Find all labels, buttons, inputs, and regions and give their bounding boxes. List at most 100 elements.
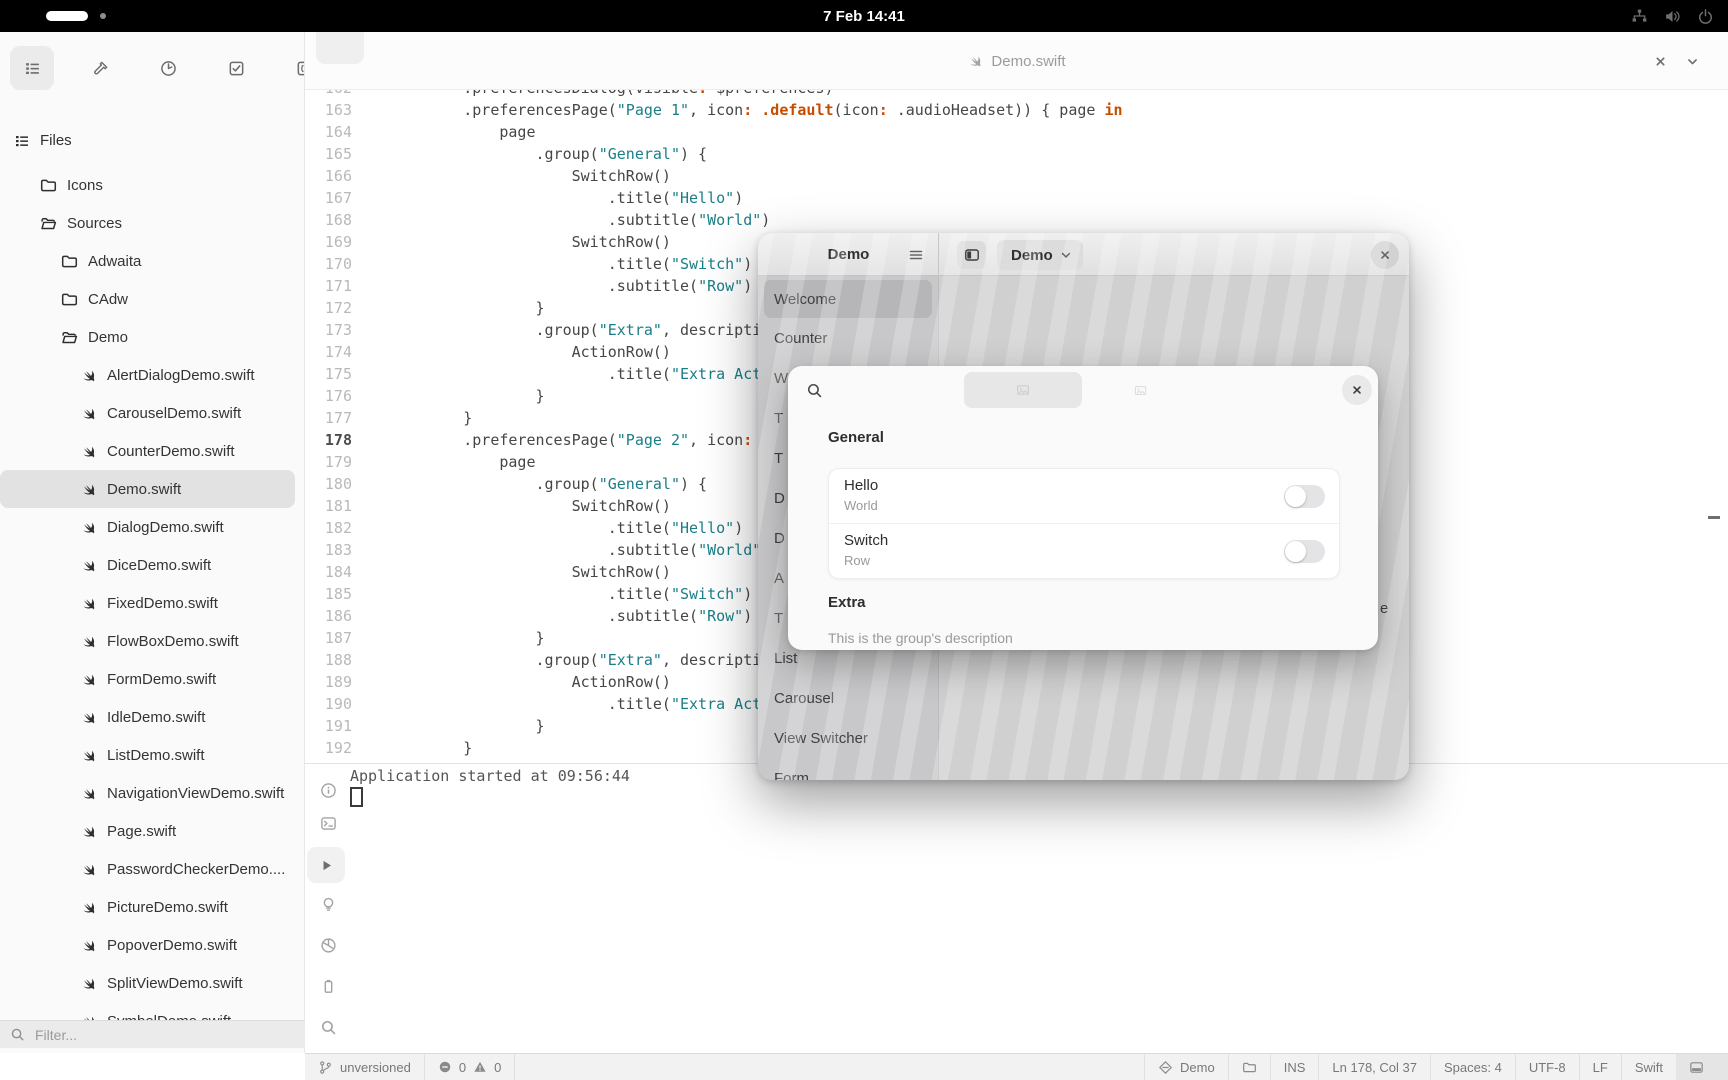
dialog-search-button[interactable] [802, 378, 826, 402]
insert-mode-indicator[interactable]: INS [1271, 1054, 1319, 1080]
clock[interactable]: 7 Feb 14:41 [0, 0, 1728, 32]
tree-item-picturedemo-swift[interactable]: PictureDemo.swift [0, 888, 305, 926]
demo-window-titlebar[interactable]: Demo Demo [758, 233, 1409, 276]
hamburger-menu-button[interactable] [904, 243, 928, 267]
tree-item-popoverdemo-swift[interactable]: PopoverDemo.swift [0, 926, 305, 964]
tree-item-adwaita[interactable]: Adwaita [0, 242, 305, 280]
line-number: 166 [305, 165, 352, 187]
panel-tool-search-icon[interactable] [318, 1017, 338, 1037]
tree-item-flowboxdemo-swift[interactable]: FlowBoxDemo.swift [0, 622, 305, 660]
diagnostics-status[interactable]: 0 0 [425, 1054, 514, 1080]
close-icon [1378, 248, 1392, 262]
indentation-setting[interactable]: Spaces: 4 [1431, 1054, 1515, 1080]
view-dropdown-button[interactable]: Demo [997, 240, 1083, 270]
code-text: SwitchRow() [352, 165, 671, 187]
tree-item-label: PopoverDemo.swift [107, 937, 237, 954]
encoding-setting[interactable]: UTF-8 [1516, 1054, 1579, 1080]
panel-tool-device-icon[interactable] [318, 976, 338, 996]
tree-item-listdemo-swift[interactable]: ListDemo.swift [0, 736, 305, 774]
language-setting[interactable]: Swift [1622, 1054, 1676, 1080]
toggle-switch-hello[interactable] [1284, 485, 1325, 508]
tree-item-splitviewdemo-swift[interactable]: SplitViewDemo.swift [0, 964, 305, 1002]
code-text: .title("Hello") [352, 517, 743, 539]
demo-sidebar-item-welcome[interactable]: Welcome [764, 280, 932, 318]
code-text: page [352, 121, 536, 143]
close-icon [1653, 54, 1668, 69]
demo-sidebar-item-form[interactable]: Form [758, 758, 938, 780]
page-1-icon [1015, 382, 1031, 398]
cursor-position[interactable]: Ln 178, Col 37 [1319, 1054, 1430, 1080]
page-2-icon [1133, 383, 1148, 398]
line-number: 192 [305, 737, 352, 759]
network-icon [1631, 8, 1648, 25]
tree-item-label: FlowBoxDemo.swift [107, 633, 239, 650]
code-text: .subtitle("Row") [352, 275, 752, 297]
line-number: 182 [305, 517, 352, 539]
tree-item-dialogdemo-swift[interactable]: DialogDemo.swift [0, 508, 305, 546]
tab-close-button[interactable] [1648, 49, 1672, 73]
code-line-164[interactable]: 164 page [305, 121, 1123, 143]
tree-item-cadw[interactable]: CAdw [0, 280, 305, 318]
demo-sidebar-item-counter[interactable]: Counter [758, 318, 938, 358]
sidebar-tool-build[interactable] [78, 46, 122, 90]
tree-item-demo[interactable]: Demo [0, 318, 305, 356]
tab-list-dropdown-button[interactable] [1680, 49, 1704, 73]
page-1-tab[interactable] [964, 372, 1082, 408]
tree-item-formdemo-swift[interactable]: FormDemo.swift [0, 660, 305, 698]
line-number: 191 [305, 715, 352, 737]
open-folder-button[interactable] [1229, 1054, 1270, 1080]
tree-item-alertdialogdemo-swift[interactable]: AlertDialogDemo.swift [0, 356, 305, 394]
panel-tool-terminal-icon[interactable] [318, 813, 338, 833]
dialog-close-button[interactable] [1342, 375, 1372, 405]
vcs-branch-status[interactable]: unversioned [305, 1054, 424, 1080]
tab-demo-swift[interactable]: Demo.swift [305, 32, 1728, 90]
tree-item-fixeddemo-swift[interactable]: FixedDemo.swift [0, 584, 305, 622]
filter-input[interactable] [33, 1026, 267, 1044]
demo-sidebar-header: Demo [758, 233, 939, 276]
tree-item-label: SplitViewDemo.swift [107, 975, 243, 992]
sidebar-tool-history[interactable] [146, 46, 190, 90]
line-ending-setting[interactable]: LF [1580, 1054, 1621, 1080]
power-icon [1697, 8, 1714, 25]
code-line-162[interactable]: 162 .preferencesDialog(visible: $prefere… [305, 90, 1123, 99]
line-number: 167 [305, 187, 352, 209]
page-2-tab[interactable] [1128, 378, 1152, 402]
project-label: Demo [1180, 1060, 1215, 1075]
files-section-header[interactable]: Files [14, 132, 72, 149]
tree-item-navigationviewdemo-swift[interactable]: NavigationViewDemo.swift [0, 774, 305, 812]
line-number: 177 [305, 407, 352, 429]
eol-label: LF [1593, 1060, 1608, 1075]
tree-item-passwordcheckerdemo-[interactable]: PasswordCheckerDemo.... [0, 850, 305, 888]
swift-file-icon [80, 937, 97, 954]
tree-item-icons[interactable]: Icons [0, 166, 305, 204]
demo-window-close-button[interactable] [1371, 241, 1399, 269]
panel-tool-info-icon[interactable] [318, 780, 338, 800]
demo-sidebar-item-view-switcher[interactable]: View Switcher [758, 718, 938, 758]
toggle-bottom-panel-button[interactable] [1676, 1054, 1728, 1080]
project-button[interactable]: Demo [1145, 1054, 1228, 1080]
sidebar-toggle-button[interactable] [957, 241, 986, 269]
tree-item-sources[interactable]: Sources [0, 204, 305, 242]
code-line-166[interactable]: 166 SwitchRow() [305, 165, 1123, 187]
run-button[interactable] [307, 847, 345, 883]
sidebar-tool-symbols[interactable] [282, 46, 305, 90]
panel-tool-profiler-icon[interactable] [318, 935, 338, 955]
sidebar-tool-todo[interactable] [214, 46, 258, 90]
code-line-168[interactable]: 168 .subtitle("World") [305, 209, 1123, 231]
code-line-167[interactable]: 167 .title("Hello") [305, 187, 1123, 209]
code-line-163[interactable]: 163 .preferencesPage("Page 1", icon: .de… [305, 99, 1123, 121]
tree-item-demo-swift[interactable]: Demo.swift [0, 470, 295, 508]
code-text: .group("General") { [352, 473, 707, 495]
system-status-area[interactable] [1631, 0, 1714, 32]
tree-item-dicedemo-swift[interactable]: DiceDemo.swift [0, 546, 305, 584]
tree-item-page-swift[interactable]: Page.swift [0, 812, 305, 850]
tree-item-counterdemo-swift[interactable]: CounterDemo.swift [0, 432, 305, 470]
tree-item-carouseldemo-swift[interactable]: CarouselDemo.swift [0, 394, 305, 432]
demo-sidebar-item-carousel[interactable]: Carousel [758, 678, 938, 718]
tree-item-idledemo-swift[interactable]: IdleDemo.swift [0, 698, 305, 736]
panel-tool-bulb-icon[interactable] [318, 894, 338, 914]
code-line-165[interactable]: 165 .group("General") { [305, 143, 1123, 165]
toggle-switch-switch[interactable] [1284, 540, 1325, 563]
filter-bar[interactable] [0, 1020, 305, 1048]
sidebar-tool-project-tree[interactable] [10, 46, 54, 90]
